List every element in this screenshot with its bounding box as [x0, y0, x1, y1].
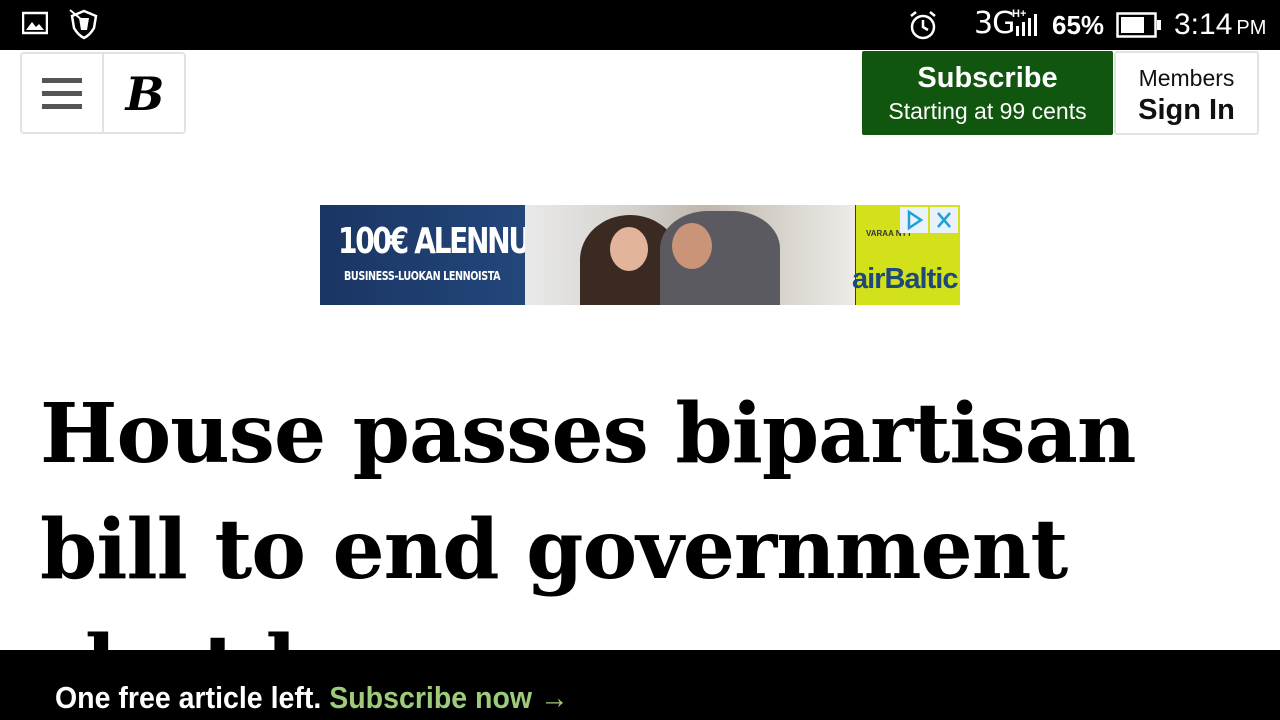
clock-time: 3:14: [1174, 8, 1233, 41]
sign-in-label: Sign In: [1138, 94, 1235, 126]
subscribe-now-link[interactable]: Subscribe now →: [329, 680, 568, 715]
nav-group: B: [20, 52, 186, 134]
alarm-icon: [910, 11, 936, 40]
shield-icon: [69, 9, 98, 40]
gallery-icon: [22, 11, 48, 35]
ad-subline: BUSINESS-LUOKAN LENNOISTA: [344, 269, 501, 283]
signal-icon: [1016, 14, 1037, 36]
paywall-message: One free article left. Subscribe now →: [55, 680, 569, 716]
subscribe-button[interactable]: Subscribe Starting at 99 cents: [862, 51, 1113, 135]
clock-ampm: PM: [1236, 17, 1267, 39]
members-label: Members: [1138, 65, 1235, 91]
subscribe-subtitle: Starting at 99 cents: [888, 98, 1087, 124]
ad-headline: 100€ ALENNUS: [338, 221, 549, 262]
site-logo[interactable]: B: [106, 54, 184, 132]
paywall-banner: One free article left. Subscribe now →: [0, 650, 1280, 720]
status-bar: 3G H+ 65% 3:14 PM: [0, 0, 1280, 50]
battery-icon: [1116, 12, 1161, 38]
menu-button[interactable]: [22, 54, 104, 132]
ad-person-man-face: [672, 223, 712, 269]
clock: 3:14 PM: [1174, 8, 1266, 42]
battery-percent: 65%: [1052, 10, 1105, 40]
ad-banner[interactable]: 100€ ALENNUS BUSINESS-LUOKAN LENNOISTA V…: [320, 205, 960, 305]
ad-brand: airBaltic: [852, 263, 958, 295]
ad-person-woman-face: [610, 227, 648, 271]
adchoices-icon[interactable]: [900, 207, 928, 233]
close-icon[interactable]: [930, 207, 958, 233]
network-type: 3G: [974, 6, 1015, 41]
sign-in-button[interactable]: Members Sign In: [1114, 51, 1259, 135]
paywall-text: One free article left.: [55, 680, 322, 715]
subscribe-title: Subscribe: [917, 62, 1058, 94]
